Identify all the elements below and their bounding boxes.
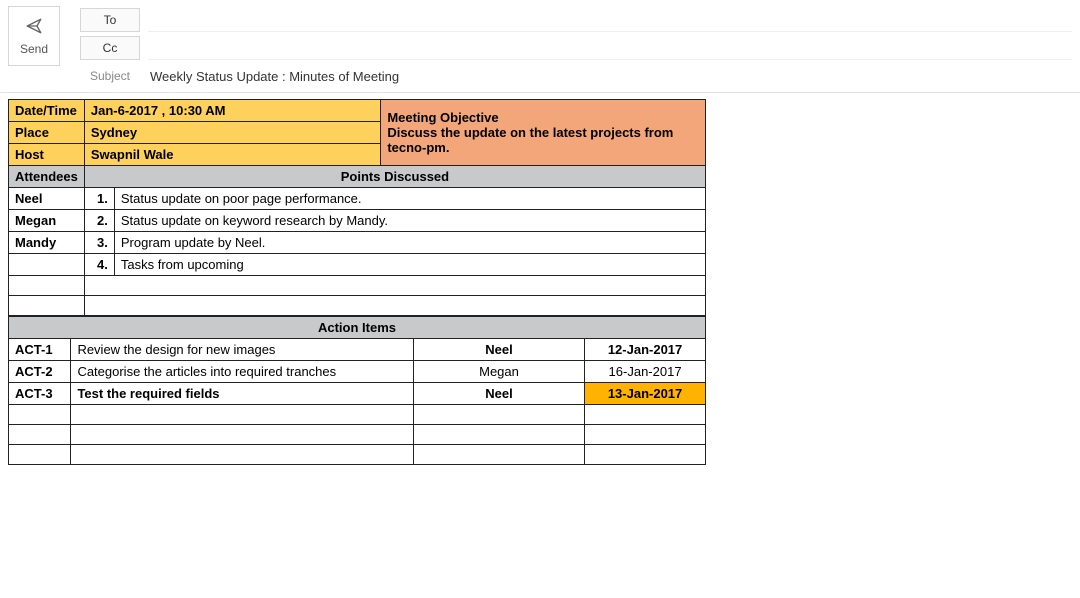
- value-datetime: Jan-6-2017 , 10:30 AM: [84, 100, 380, 122]
- action-id: ACT-2: [9, 361, 71, 383]
- point-num: 1.: [84, 188, 114, 210]
- action-id: ACT-3: [9, 383, 71, 405]
- action-owner: Megan: [413, 361, 584, 383]
- points-header: Points Discussed: [84, 166, 705, 188]
- subject-input[interactable]: [148, 68, 1072, 85]
- point-num: 3.: [84, 232, 114, 254]
- attendees-header: Attendees: [9, 166, 85, 188]
- attendee: Megan: [9, 210, 85, 232]
- action-row-empty: [9, 425, 706, 445]
- cc-input[interactable]: [148, 36, 1072, 60]
- to-input[interactable]: [148, 8, 1072, 32]
- point-text: Program update by Neel.: [114, 232, 705, 254]
- cell-empty: [84, 296, 705, 316]
- value-host: Swapnil Wale: [84, 144, 380, 166]
- meeting-meta-table: Date/Time Jan-6-2017 , 10:30 AM Meeting …: [8, 99, 706, 316]
- point-num: 4.: [84, 254, 114, 276]
- action-items-table: Action Items ACT-1 Review the design for…: [8, 316, 706, 465]
- cell-empty: [9, 296, 85, 316]
- action-row: ACT-1 Review the design for new images N…: [9, 339, 706, 361]
- label-datetime: Date/Time: [9, 100, 85, 122]
- compose-header: Send To Cc Subject: [0, 0, 1080, 93]
- attendee: Neel: [9, 188, 85, 210]
- point-num: 2.: [84, 210, 114, 232]
- action-owner: Neel: [413, 339, 584, 361]
- action-task: Review the design for new images: [71, 339, 413, 361]
- attendee: Mandy: [9, 232, 85, 254]
- action-date: 13-Jan-2017: [585, 383, 706, 405]
- action-items-header: Action Items: [9, 317, 706, 339]
- subject-label: Subject: [80, 69, 140, 83]
- action-task: Test the required fields: [71, 383, 413, 405]
- label-host: Host: [9, 144, 85, 166]
- cell-empty: [9, 276, 85, 296]
- action-id: ACT-1: [9, 339, 71, 361]
- action-row: ACT-2 Categorise the articles into requi…: [9, 361, 706, 383]
- point-text: Status update on poor page performance.: [114, 188, 705, 210]
- action-task: Categorise the articles into required tr…: [71, 361, 413, 383]
- send-button[interactable]: Send: [8, 6, 60, 66]
- action-row: ACT-3 Test the required fields Neel 13-J…: [9, 383, 706, 405]
- send-label: Send: [20, 42, 48, 56]
- recipient-block: To Cc Subject: [60, 6, 1072, 88]
- objective-label: Meeting Objective: [387, 110, 699, 125]
- action-owner: Neel: [413, 383, 584, 405]
- cell-empty: [84, 276, 705, 296]
- meeting-objective: Meeting Objective Discuss the update on …: [381, 100, 706, 166]
- value-place: Sydney: [84, 122, 380, 144]
- action-row-empty: [9, 445, 706, 465]
- send-icon: [25, 17, 43, 38]
- objective-text: Discuss the update on the latest project…: [387, 125, 699, 155]
- label-place: Place: [9, 122, 85, 144]
- to-button[interactable]: To: [80, 8, 140, 32]
- action-row-empty: [9, 405, 706, 425]
- action-date: 12-Jan-2017: [585, 339, 706, 361]
- email-body[interactable]: Date/Time Jan-6-2017 , 10:30 AM Meeting …: [0, 93, 1080, 471]
- point-text: Status update on keyword research by Man…: [114, 210, 705, 232]
- cc-button[interactable]: Cc: [80, 36, 140, 60]
- point-text: Tasks from upcoming: [114, 254, 705, 276]
- attendee-empty: [9, 254, 85, 276]
- action-date: 16-Jan-2017: [585, 361, 706, 383]
